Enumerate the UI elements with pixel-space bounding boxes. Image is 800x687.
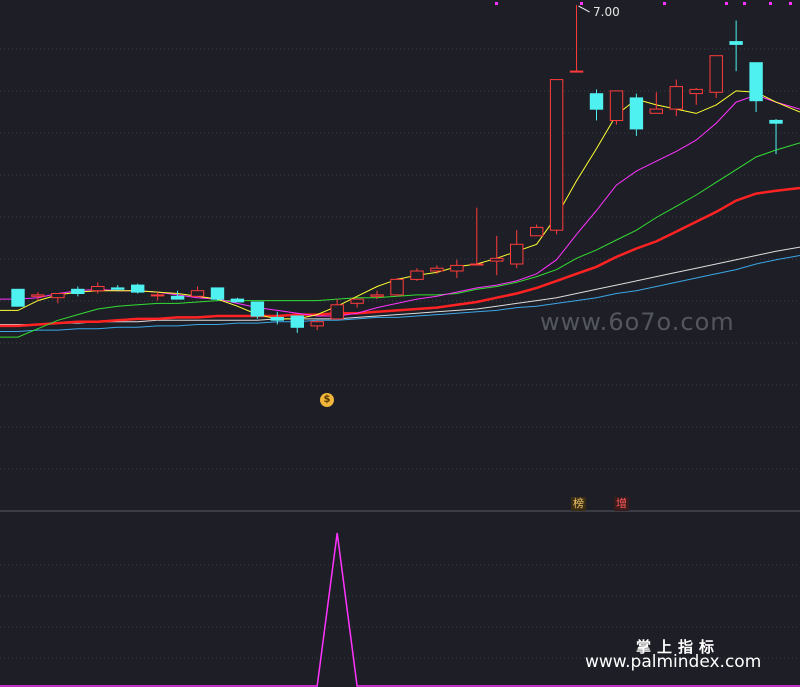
candle-up [31,294,45,297]
candle-up [390,278,404,296]
candle-down [589,93,604,110]
candle-down [629,97,644,130]
top-marker-0 [495,2,498,5]
candle-up [669,86,683,110]
ma60-line [0,186,800,328]
candle-up [450,264,464,272]
high-price-pointer [578,5,590,13]
top-marker-5 [769,2,772,5]
candle-down [290,315,305,328]
candle-down [111,287,125,290]
candle-up [91,286,105,292]
top-marker-4 [743,2,746,5]
candle-up [410,270,424,280]
candlestick-series [11,5,783,333]
top-marker-3 [725,2,728,5]
candle-up [310,321,324,327]
candle-up [150,294,165,297]
candle-up [649,108,663,114]
top-marker-6 [789,2,792,5]
candle-down [170,295,185,300]
watermark-site: www.6o7o.com [540,308,735,336]
candle-up [190,290,205,297]
candle-down [131,284,145,293]
moneybag-icon: $ [320,393,334,407]
candle-up [609,90,624,122]
candle-up [689,88,703,95]
candle-down [11,288,25,307]
grid-lines [0,48,800,659]
candle-up [51,293,65,299]
top-markers [495,2,792,5]
candle-up [350,298,364,304]
high-price-label: 7.00 [593,5,620,19]
candle-down [749,62,763,102]
candle-up [530,226,544,237]
candle-down [270,316,285,321]
candle-down [230,298,245,303]
chart-canvas [0,2,800,687]
candle-down [769,119,783,124]
candle-up [430,267,444,272]
increase-tag: 增 [614,497,629,511]
moving-average-lines [0,90,800,338]
candle-down [250,301,265,317]
top-marker-2 [663,2,666,5]
rank-tag: 榜 [571,497,586,511]
candle-up [470,263,484,266]
candle-up [330,304,344,320]
candle-up [510,243,524,265]
watermark-url: www.palmindex.com [585,652,762,672]
candle-up [569,70,584,73]
candle-up [549,79,564,231]
candle-down [71,288,85,294]
candle-up [490,257,504,262]
candle-up [709,55,723,93]
top-marker-1 [580,2,583,5]
candle-up [370,294,384,297]
candle-down [210,287,225,300]
candle-down [729,41,743,45]
